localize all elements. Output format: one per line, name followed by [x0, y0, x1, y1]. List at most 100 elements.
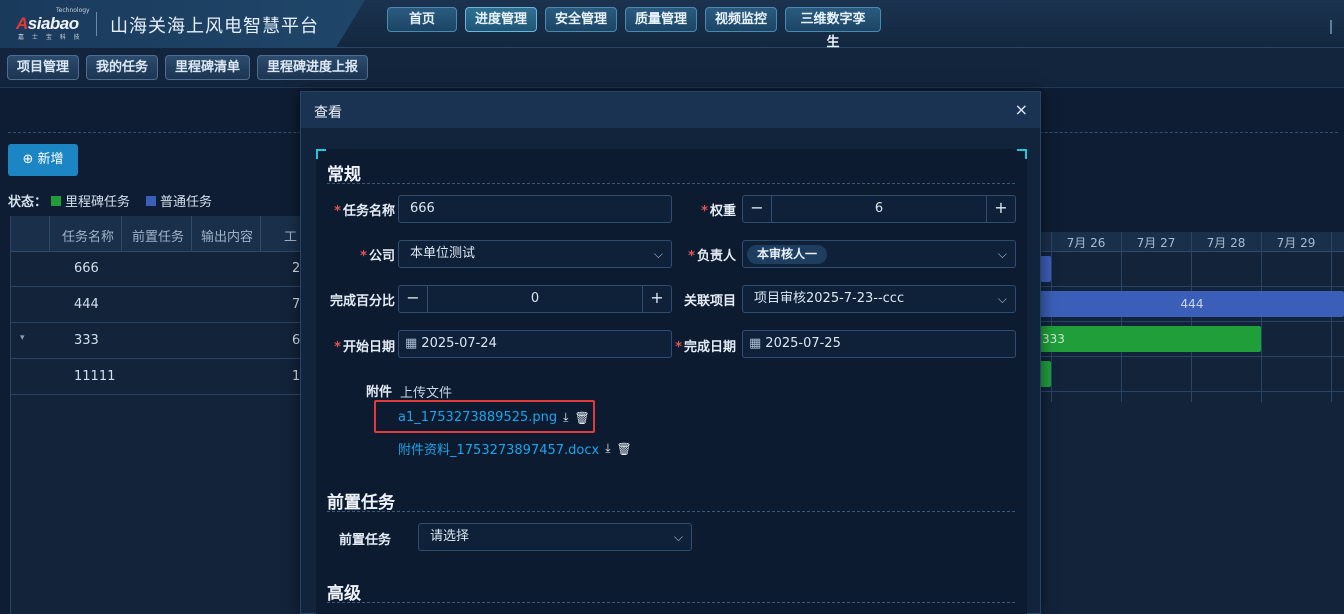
company-select[interactable]: 本单位测试 ⌵: [398, 240, 672, 268]
owner-tag: 本审核人一: [747, 245, 828, 264]
attachment-file: 附件资料_1753273897457.docx ⤓ 🗑: [398, 439, 632, 458]
percent-stepper[interactable]: − 0 +: [398, 285, 672, 313]
section-advanced-title: 高级: [327, 584, 361, 604]
company-label: * 公司: [360, 249, 395, 264]
gantt-date: 7月 28: [1206, 236, 1246, 250]
logo-subtitle: 嘉 士 宝 科 技: [18, 34, 83, 41]
project-value: 项目审核2025-7-23--ccc: [754, 291, 905, 306]
gantt-date: 7月 29: [1276, 236, 1316, 250]
nav-safety[interactable]: 安全管理: [545, 7, 617, 32]
col-task-name[interactable]: 任务名称: [62, 226, 114, 245]
legend-milestone: 里程碑任务: [65, 195, 131, 210]
file-link[interactable]: 附件资料_1753273897457.docx: [398, 439, 599, 458]
task-name-label: * 任务名称: [334, 204, 395, 219]
row-name: 11111: [74, 369, 116, 384]
section-general-title: 常规: [327, 165, 361, 185]
table-row[interactable]: 444 7: [11, 288, 301, 323]
section-divider: [327, 183, 1015, 184]
weight-label: * 权重: [701, 204, 736, 219]
start-date-value: 2025-07-24: [421, 336, 497, 351]
nav-digital-twin[interactable]: 三维数字孪生: [785, 7, 881, 50]
table-row[interactable]: 666 2: [11, 252, 301, 287]
percent-value[interactable]: 0: [428, 286, 642, 312]
gantt-bar[interactable]: 333: [1040, 326, 1261, 352]
user-menu-edge[interactable]: [1322, 0, 1344, 48]
gantt-bar[interactable]: [1040, 361, 1051, 387]
gantt-bar[interactable]: [1040, 256, 1051, 282]
predecessor-placeholder: 请选择: [430, 529, 470, 544]
end-date-value: 2025-07-25: [765, 336, 841, 351]
weight-increment-button[interactable]: +: [986, 196, 1015, 222]
brand-area: Technology Asiabao 嘉 士 宝 科 技 山海关海上风电智慧平台: [0, 0, 365, 48]
weight-stepper[interactable]: − 6 +: [742, 195, 1016, 223]
subtab-my-tasks[interactable]: 我的任务: [86, 55, 159, 80]
section-divider: [327, 602, 1015, 603]
percent-label: 完成百分比: [329, 294, 395, 309]
gantt-date: 7月 26: [1066, 236, 1106, 250]
section-predecessor-title: 前置任务: [327, 493, 395, 513]
percent-decrement-button[interactable]: −: [399, 286, 428, 312]
status-legend: 状态： 里程碑任务 普通任务: [8, 191, 212, 210]
weight-decrement-button[interactable]: −: [743, 196, 772, 222]
status-label: 状态：: [8, 195, 48, 210]
gantt-row: 333: [1040, 322, 1344, 357]
row-name: 666: [74, 261, 99, 276]
subtab-project-management[interactable]: 项目管理: [7, 55, 80, 80]
legend-normal: 普通任务: [160, 195, 213, 210]
table-row[interactable]: 11111 11: [11, 360, 309, 395]
add-task-button[interactable]: ⊕ 新增: [8, 144, 78, 176]
predecessor-select[interactable]: 请选择 ⌵: [418, 523, 692, 551]
end-date-picker[interactable]: ▦ 2025-07-25: [742, 330, 1016, 358]
main-nav: 首页 进度管理 安全管理 质量管理 视频监控 三维数字孪生: [387, 7, 881, 50]
chevron-down-icon: ⌵: [997, 292, 1007, 306]
calendar-icon: ▦: [405, 336, 418, 351]
close-icon[interactable]: ×: [1015, 100, 1028, 119]
end-date-label: * 完成日期: [675, 340, 736, 355]
logo-tag: Technology: [56, 7, 90, 14]
nav-home[interactable]: 首页: [387, 7, 457, 32]
gantt-row: [1040, 357, 1344, 392]
highlight-box: [374, 400, 595, 433]
chevron-down-icon: ⌵: [673, 530, 683, 544]
view-dialog: 查看 × 常规 * 任务名称 666 * 权重 − 6 + * 公司 本单位测试 ⌵ …: [300, 91, 1041, 614]
project-select[interactable]: 项目审核2025-7-23--ccc ⌵: [742, 285, 1016, 313]
table-row[interactable]: ▾ 333 6: [11, 324, 301, 359]
top-bar: Technology Asiabao 嘉 士 宝 科 技 山海关海上风电智慧平台…: [0, 0, 1344, 50]
start-date-label: * 开始日期: [334, 340, 395, 355]
project-label: 关联项目: [683, 294, 736, 309]
nav-quality[interactable]: 质量管理: [625, 7, 697, 32]
delete-icon[interactable]: 🗑: [617, 442, 632, 456]
col-duration[interactable]: 工: [284, 226, 297, 245]
attachment-label: 附件: [366, 385, 393, 400]
dialog-panel: 常规 * 任务名称 666 * 权重 − 6 + * 公司 本单位测试 ⌵ * 负责人 …: [316, 149, 1027, 614]
normal-swatch: [146, 195, 157, 206]
start-date-picker[interactable]: ▦ 2025-07-24: [398, 330, 672, 358]
owner-select[interactable]: 本审核人一 ⌵: [742, 240, 1016, 268]
col-output[interactable]: 输出内容: [201, 226, 253, 245]
subtab-milestone-list[interactable]: 里程碑清单: [165, 55, 251, 80]
gantt-date: 7月 27: [1136, 236, 1176, 250]
sub-nav-bar: 项目管理 我的任务 里程碑清单 里程碑进度上报: [0, 48, 1344, 88]
task-name-field[interactable]: 666: [398, 195, 672, 223]
subtab-milestone-report[interactable]: 里程碑进度上报: [257, 55, 369, 80]
grid-header: 任务名称 前置任务 输出内容 工: [11, 216, 301, 252]
weight-value[interactable]: 6: [772, 196, 986, 222]
percent-increment-button[interactable]: +: [642, 286, 671, 312]
company-value: 本单位测试: [410, 246, 476, 261]
panel-corner-decoration: [316, 149, 326, 159]
nav-video[interactable]: 视频监控: [705, 7, 777, 32]
gantt-header: 7月 26 7月 27 7月 28 7月 29: [1040, 232, 1344, 252]
gantt-row: 444: [1040, 287, 1344, 322]
expand-caret-icon[interactable]: ▾: [20, 333, 25, 343]
predecessor-label: 前置任务: [338, 533, 391, 548]
upload-file-button[interactable]: 上传文件: [400, 382, 452, 401]
nav-progress[interactable]: 进度管理: [465, 7, 537, 32]
download-icon[interactable]: ⤓: [605, 441, 610, 456]
dialog-title: 查看: [314, 105, 342, 121]
milestone-swatch: [51, 195, 62, 206]
gantt-bar[interactable]: 444: [1040, 291, 1344, 317]
col-predecessor[interactable]: 前置任务: [132, 226, 184, 245]
gantt-chart: 7月 26 7月 27 7月 28 7月 29 444 333: [1040, 232, 1344, 614]
logo-word: Asiabao: [16, 14, 79, 33]
dialog-header: 查看 ×: [301, 92, 1040, 128]
